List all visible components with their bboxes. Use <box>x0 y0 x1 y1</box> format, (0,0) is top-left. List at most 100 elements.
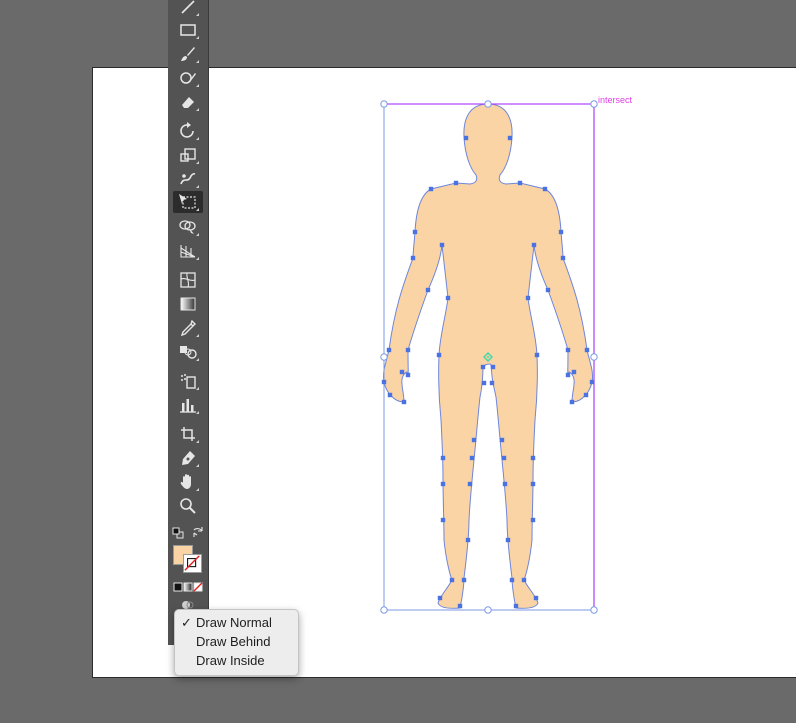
anchor-point[interactable] <box>469 455 475 461</box>
canvas-artwork[interactable] <box>0 0 796 723</box>
free-transform-tool-icon[interactable] <box>173 191 203 213</box>
perspective-grid-tool-icon[interactable] <box>173 240 203 262</box>
draw-mode-menu: ✓ Draw Normal Draw Behind Draw Inside <box>174 609 299 676</box>
anchor-point[interactable] <box>440 455 446 461</box>
anchor-point[interactable] <box>530 517 536 523</box>
transform-handle[interactable] <box>380 100 388 108</box>
anchor-point[interactable] <box>425 287 431 293</box>
anchor-point[interactable] <box>565 372 571 378</box>
smart-guide-label: intersect <box>598 95 633 105</box>
anchor-point[interactable] <box>463 135 469 141</box>
anchor-point[interactable] <box>467 481 473 487</box>
anchor-point[interactable] <box>517 180 523 186</box>
anchor-point[interactable] <box>501 455 507 461</box>
transform-handle[interactable] <box>380 353 388 361</box>
anchor-point[interactable] <box>560 255 566 261</box>
anchor-point[interactable] <box>525 295 531 301</box>
transform-handle[interactable] <box>590 606 598 614</box>
default-fill-stroke-icon[interactable] <box>172 526 184 539</box>
blend-tool-icon[interactable] <box>173 341 203 363</box>
eyedropper-tool-icon[interactable] <box>173 317 203 339</box>
anchor-point[interactable] <box>533 595 539 601</box>
symbol-sprayer-tool-icon[interactable] <box>173 370 203 392</box>
transform-handle[interactable] <box>484 100 492 108</box>
anchor-point[interactable] <box>571 369 577 375</box>
anchor-point[interactable] <box>412 229 418 235</box>
anchor-point[interactable] <box>386 347 392 353</box>
anchor-point[interactable] <box>445 295 451 301</box>
transform-handle[interactable] <box>380 606 388 614</box>
anchor-point[interactable] <box>513 603 519 609</box>
gradient-tool-icon[interactable] <box>173 293 203 315</box>
anchor-point[interactable] <box>542 186 548 192</box>
transform-handle[interactable] <box>484 606 492 614</box>
anchor-point[interactable] <box>480 364 486 370</box>
anchor-point[interactable] <box>465 537 471 543</box>
anchor-point[interactable] <box>505 537 511 543</box>
anchor-point[interactable] <box>507 135 513 141</box>
line-segment-tool-icon[interactable] <box>173 0 203 18</box>
anchor-point[interactable] <box>534 352 540 358</box>
anchor-point[interactable] <box>381 379 387 385</box>
anchor-point[interactable] <box>410 255 416 261</box>
paintbrush-tool-icon[interactable] <box>173 43 203 65</box>
stroke-color-swatch[interactable] <box>183 554 202 573</box>
anchor-point[interactable] <box>399 369 405 375</box>
rotate-tool-icon[interactable] <box>173 120 203 142</box>
anchor-point[interactable] <box>437 595 443 601</box>
mesh-tool-icon[interactable] <box>173 269 203 291</box>
zoom-tool-icon[interactable] <box>173 495 203 517</box>
anchor-point[interactable] <box>387 392 393 398</box>
anchor-point[interactable] <box>440 517 446 523</box>
anchor-point[interactable] <box>565 347 571 353</box>
anchor-point[interactable] <box>530 455 536 461</box>
color-mode-buttons[interactable] <box>173 579 203 592</box>
rectangle-tool-icon[interactable] <box>173 19 203 41</box>
swap-fill-stroke-icon[interactable] <box>192 525 204 537</box>
anchor-point[interactable] <box>461 577 467 583</box>
anchor-point[interactable] <box>502 481 508 487</box>
anchor-point[interactable] <box>558 229 564 235</box>
menu-item-label: Draw Inside <box>196 653 265 668</box>
menu-item-draw-behind[interactable]: Draw Behind <box>175 632 296 651</box>
menu-item-label: Draw Normal <box>196 615 272 630</box>
anchor-point[interactable] <box>481 380 487 386</box>
menu-item-draw-inside[interactable]: Draw Inside <box>175 651 296 670</box>
shaper-tool-icon[interactable] <box>173 67 203 89</box>
column-graph-tool-icon[interactable] <box>173 394 203 416</box>
anchor-point[interactable] <box>499 437 505 443</box>
pen-tool-icon[interactable] <box>173 447 203 469</box>
anchor-point[interactable] <box>405 347 411 353</box>
anchor-point[interactable] <box>545 287 551 293</box>
anchor-point[interactable] <box>436 352 442 358</box>
eraser-tool-icon[interactable] <box>173 91 203 113</box>
anchor-point[interactable] <box>401 399 407 405</box>
anchor-point[interactable] <box>583 392 589 398</box>
anchor-point[interactable] <box>440 481 446 487</box>
shape-builder-tool-icon[interactable] <box>173 216 203 238</box>
anchor-point[interactable] <box>449 577 455 583</box>
artboard-tool-icon[interactable] <box>173 423 203 445</box>
anchor-point[interactable] <box>531 242 537 248</box>
anchor-point[interactable] <box>405 372 411 378</box>
puppet-warp-tool-icon[interactable] <box>173 168 203 190</box>
anchor-point[interactable] <box>569 399 575 405</box>
hand-tool-icon[interactable] <box>173 471 203 493</box>
anchor-point[interactable] <box>471 437 477 443</box>
menu-item-draw-normal[interactable]: ✓ Draw Normal <box>175 613 296 632</box>
anchor-point[interactable] <box>521 577 527 583</box>
anchor-point[interactable] <box>490 364 496 370</box>
anchor-point[interactable] <box>439 242 445 248</box>
transform-handle[interactable] <box>590 353 598 361</box>
anchor-point[interactable] <box>589 379 595 385</box>
scale-tool-icon[interactable] <box>173 144 203 166</box>
anchor-point[interactable] <box>489 380 495 386</box>
anchor-point[interactable] <box>584 347 590 353</box>
transform-handle[interactable] <box>590 100 598 108</box>
anchor-point[interactable] <box>457 603 463 609</box>
center-point-dot <box>487 356 489 358</box>
anchor-point[interactable] <box>428 186 434 192</box>
anchor-point[interactable] <box>453 180 459 186</box>
anchor-point[interactable] <box>530 481 536 487</box>
anchor-point[interactable] <box>509 577 515 583</box>
